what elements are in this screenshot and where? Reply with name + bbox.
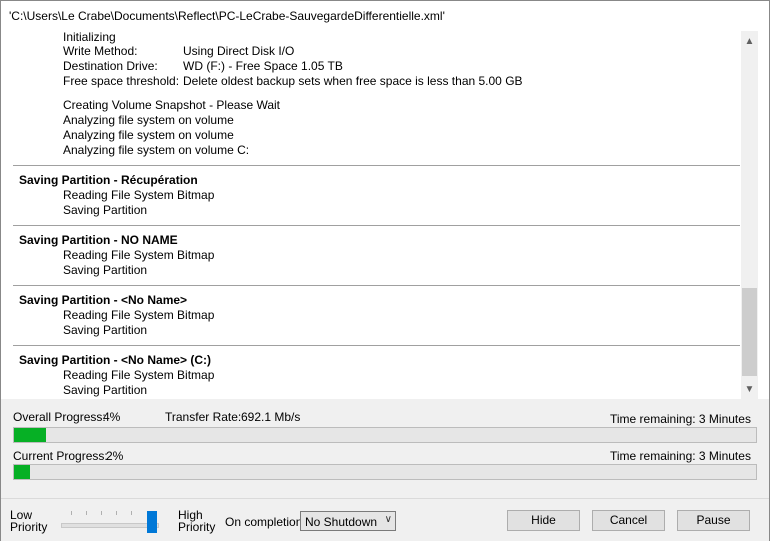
overall-progress-label: Overall Progress: — [13, 410, 106, 424]
log-param-row: Destination Drive: WD (F:) - Free Space … — [1, 59, 523, 74]
param-key: Destination Drive: — [63, 59, 158, 73]
current-time-remaining: Time remaining: 3 Minutes — [610, 449, 751, 463]
on-completion-value: No Shutdown — [305, 515, 378, 529]
overall-progress-fill — [14, 428, 46, 442]
chevron-down-icon[interactable]: ▼ — [741, 381, 758, 398]
section-title: Saving Partition - <No Name> (C:) — [19, 353, 212, 367]
log-line: Reading File System Bitmap — [63, 188, 215, 202]
log-section: Saving Partition - <No Name> Reading Fil… — [1, 293, 741, 338]
log-panel[interactable]: Initializing Write Method: Using Direct … — [1, 31, 769, 399]
low-priority-label: Low Priority — [10, 509, 52, 533]
log-line: Saving Partition — [63, 383, 148, 397]
high-priority-label: High Priority — [178, 509, 220, 533]
param-value: WD (F:) - Free Space 1.05 TB — [183, 59, 343, 73]
progress-area: Overall Progress: 4% Transfer Rate: 692.… — [1, 399, 769, 495]
overall-progress-value: 4% — [103, 410, 121, 424]
param-value: Using Direct Disk I/O — [183, 44, 295, 58]
log-line-initializing: Initializing — [63, 31, 116, 44]
section-title: Saving Partition - NO NAME — [19, 233, 178, 247]
log-line: Analyzing file system on volume — [63, 128, 234, 142]
chevron-up-icon[interactable]: ▲ — [741, 33, 758, 50]
bottom-toolbar: Low Priority High Priority On completion… — [1, 498, 769, 541]
log-separator — [13, 225, 740, 226]
current-progress-bar — [13, 464, 757, 480]
current-progress-fill — [14, 465, 30, 479]
log-separator — [13, 285, 740, 286]
title-bar: 'C:\Users\Le Crabe\Documents\Reflect\PC-… — [1, 1, 769, 31]
slider-tick — [71, 511, 72, 515]
log-line: Saving Partition — [63, 203, 148, 217]
backup-progress-window: 'C:\Users\Le Crabe\Documents\Reflect\PC-… — [0, 0, 770, 541]
log-section: Saving Partition - <No Name> (C:) Readin… — [1, 353, 741, 398]
scrollbar-thumb[interactable] — [742, 288, 757, 376]
slider-track[interactable] — [61, 523, 159, 528]
log-line: Reading File System Bitmap — [63, 248, 215, 262]
log-section: Saving Partition - NO NAME Reading File … — [1, 233, 741, 278]
log-line: Analyzing file system on volume C: — [63, 143, 250, 157]
chevron-down-icon: ∨ — [384, 514, 392, 525]
log-line: Reading File System Bitmap — [63, 368, 215, 382]
slider-tick — [101, 511, 102, 515]
log-line: Saving Partition — [63, 323, 148, 337]
on-completion-select[interactable]: No Shutdown ∨ — [300, 511, 396, 531]
log-separator — [13, 345, 740, 346]
priority-slider[interactable] — [61, 511, 159, 533]
current-progress-label: Current Progress: — [13, 449, 108, 463]
hide-button[interactable]: Hide — [507, 510, 580, 531]
log-line: Analyzing file system on volume — [63, 113, 234, 127]
log-param-row: Free space threshold: Delete oldest back… — [1, 74, 523, 89]
log-line: Reading File System Bitmap — [63, 308, 215, 322]
slider-tick — [131, 511, 132, 515]
log-param-row: Write Method: Using Direct Disk I/O — [1, 44, 523, 59]
log-separator — [13, 165, 740, 166]
transfer-rate-value: 692.1 Mb/s — [241, 410, 301, 424]
cancel-button[interactable]: Cancel — [592, 510, 665, 531]
overall-time-remaining: Time remaining: 3 Minutes — [610, 412, 751, 426]
slider-tick — [86, 511, 87, 515]
window-title: 'C:\Users\Le Crabe\Documents\Reflect\PC-… — [9, 9, 445, 23]
section-title: Saving Partition - Récupération — [19, 173, 198, 187]
current-progress-value: 2% — [106, 449, 124, 463]
on-completion-label: On completion — [225, 515, 303, 529]
pause-button[interactable]: Pause — [677, 510, 750, 531]
log-line: Creating Volume Snapshot - Please Wait — [63, 98, 281, 112]
high-priority-text: High Priority — [178, 508, 216, 534]
slider-thumb[interactable] — [147, 511, 157, 533]
log-section: Saving Partition - Récupération Reading … — [1, 173, 741, 218]
param-key: Write Method: — [63, 44, 138, 58]
transfer-rate-label: Transfer Rate: — [165, 410, 242, 424]
low-priority-text: Low Priority — [10, 508, 48, 534]
slider-tick — [116, 511, 117, 515]
param-key: Free space threshold: — [63, 74, 180, 88]
section-title: Saving Partition - <No Name> — [19, 293, 188, 307]
overall-progress-bar — [13, 427, 757, 443]
log-scrollbar[interactable]: ▲ ▼ — [741, 31, 758, 399]
log-line: Saving Partition — [63, 263, 148, 277]
param-value: Delete oldest backup sets when free spac… — [183, 74, 523, 88]
